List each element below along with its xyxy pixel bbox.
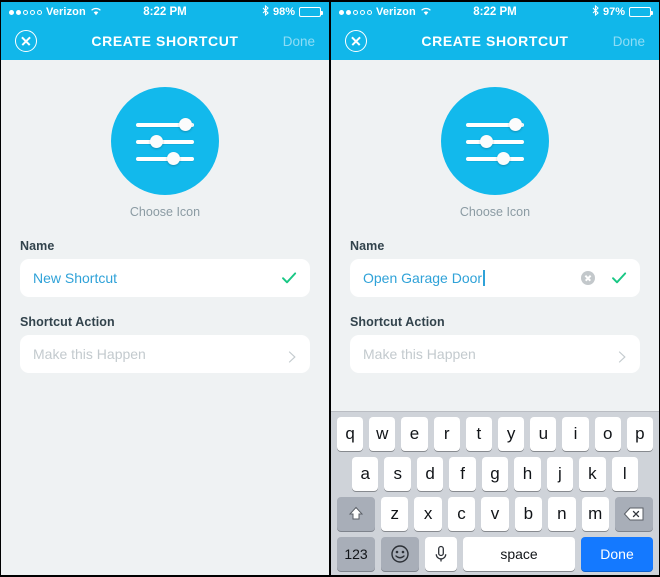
name-input[interactable]: Open Garage Door	[350, 259, 640, 297]
chevron-right-icon	[288, 350, 297, 363]
battery-icon	[629, 7, 653, 17]
battery-percentage: 98%	[272, 6, 295, 18]
bluetooth-icon	[262, 4, 269, 19]
name-input-value: Open Garage Door	[363, 270, 581, 286]
checkmark-icon[interactable]	[611, 270, 627, 286]
key-u[interactable]: u	[530, 417, 557, 451]
carrier-label: Verizon	[46, 6, 86, 18]
text-caret	[483, 270, 485, 286]
status-bar: Verizon 8:22 PM 97%	[331, 2, 659, 22]
nav-done-button[interactable]: Done	[283, 34, 315, 49]
key-k[interactable]: k	[579, 457, 606, 491]
key-n[interactable]: n	[548, 497, 576, 531]
screen-content: Choose Icon Name Open Garage Door Shortc…	[331, 60, 659, 373]
key-m[interactable]: m	[581, 497, 609, 531]
numbers-key[interactable]: 123	[337, 537, 375, 571]
key-e[interactable]: e	[401, 417, 428, 451]
battery-percentage: 97%	[602, 6, 625, 18]
name-label: Name	[350, 239, 385, 253]
navigation-bar: CREATE SHORTCUT Done	[331, 22, 659, 60]
name-input-value: New Shortcut	[33, 270, 118, 286]
keyboard-row-3-letters: zxcvbnm	[378, 497, 612, 531]
close-circle-icon[interactable]	[15, 30, 37, 52]
key-i[interactable]: i	[562, 417, 589, 451]
choose-icon-label: Choose Icon	[129, 205, 201, 219]
key-g[interactable]: g	[481, 457, 509, 491]
key-f[interactable]: f	[449, 457, 476, 491]
action-field-group: Shortcut Action Make this Happen	[331, 315, 659, 373]
checkmark-icon[interactable]	[281, 270, 297, 286]
key-v[interactable]: v	[481, 497, 509, 531]
key-q[interactable]: q	[336, 417, 364, 451]
key-c[interactable]: c	[447, 497, 476, 531]
key-o[interactable]: o	[594, 417, 621, 451]
key-p[interactable]: p	[626, 417, 654, 451]
keyboard-row-1: qwertyuiop	[334, 417, 656, 451]
space-key[interactable]: space	[463, 537, 575, 571]
shortcut-action-label: Shortcut Action	[20, 315, 115, 329]
shortcut-action-placeholder: Make this Happen	[363, 346, 476, 362]
keyboard-done-button[interactable]: Done	[581, 537, 653, 571]
page-title: CREATE SHORTCUT	[421, 33, 569, 49]
key-h[interactable]: h	[514, 457, 541, 491]
key-l[interactable]: l	[611, 457, 638, 491]
close-circle-icon[interactable]	[345, 30, 367, 52]
phone-screen-left: Verizon 8:22 PM 98% CREATE SHORTCUT Done	[0, 0, 330, 577]
key-t[interactable]: t	[465, 417, 492, 451]
battery-icon	[299, 7, 323, 17]
name-field-group: Name Open Garage Door	[331, 239, 659, 297]
status-bar-left: Verizon	[9, 6, 102, 19]
wifi-icon	[90, 6, 102, 19]
key-a[interactable]: a	[352, 457, 379, 491]
keyboard-row-4: 123 space Done	[334, 537, 656, 571]
dual-screenshot-container: Verizon 8:22 PM 98% CREATE SHORTCUT Done	[0, 0, 660, 577]
shortcut-action-row[interactable]: Make this Happen	[20, 335, 310, 373]
microphone-icon[interactable]	[425, 537, 457, 571]
key-s[interactable]: s	[384, 457, 411, 491]
shortcut-action-row[interactable]: Make this Happen	[350, 335, 640, 373]
status-bar-right: 98%	[262, 4, 323, 19]
backspace-icon[interactable]	[615, 497, 653, 531]
keyboard-row-2: asdfghjkl	[334, 457, 656, 491]
carrier-label: Verizon	[376, 6, 416, 18]
signal-strength-icon	[339, 9, 372, 15]
page-title: CREATE SHORTCUT	[91, 33, 239, 49]
key-d[interactable]: d	[416, 457, 444, 491]
status-bar-right: 97%	[592, 4, 653, 19]
status-bar: Verizon 8:22 PM 98%	[1, 2, 329, 22]
shortcut-action-placeholder: Make this Happen	[33, 346, 146, 362]
shift-arrow-icon[interactable]	[337, 497, 375, 531]
signal-strength-icon	[9, 9, 42, 15]
clear-text-icon[interactable]	[581, 271, 595, 285]
keyboard-row-3: zxcvbnm	[334, 497, 656, 531]
smiley-icon[interactable]	[381, 537, 419, 571]
key-j[interactable]: j	[546, 457, 574, 491]
chevron-right-icon	[618, 350, 627, 363]
shortcut-icon-sliders-icon[interactable]	[441, 87, 549, 195]
shortcut-icon-sliders-icon[interactable]	[111, 87, 219, 195]
navigation-bar: CREATE SHORTCUT Done	[1, 22, 329, 60]
status-bar-left: Verizon	[339, 6, 432, 19]
icon-chooser[interactable]: Choose Icon	[331, 60, 659, 219]
name-input[interactable]: New Shortcut	[20, 259, 310, 297]
bluetooth-icon	[592, 4, 599, 19]
nav-done-button[interactable]: Done	[613, 34, 645, 49]
key-b[interactable]: b	[514, 497, 543, 531]
name-field-group: Name New Shortcut	[1, 239, 329, 297]
icon-chooser[interactable]: Choose Icon	[1, 60, 329, 219]
screen-content: Choose Icon Name New Shortcut Shortcut A…	[1, 60, 329, 373]
key-w[interactable]: w	[369, 417, 396, 451]
wifi-icon	[420, 6, 432, 19]
key-x[interactable]: x	[414, 497, 442, 531]
action-field-group: Shortcut Action Make this Happen	[1, 315, 329, 373]
key-z[interactable]: z	[381, 497, 409, 531]
shortcut-action-label: Shortcut Action	[350, 315, 445, 329]
name-label: Name	[20, 239, 55, 253]
choose-icon-label: Choose Icon	[459, 205, 531, 219]
phone-screen-right: Verizon 8:22 PM 97% CREATE SHORTCUT Done	[330, 0, 660, 577]
key-r[interactable]: r	[433, 417, 460, 451]
key-y[interactable]: y	[498, 417, 525, 451]
on-screen-keyboard[interactable]: qwertyuiop asdfghjkl zxcvbnm 123 space D…	[331, 411, 659, 575]
